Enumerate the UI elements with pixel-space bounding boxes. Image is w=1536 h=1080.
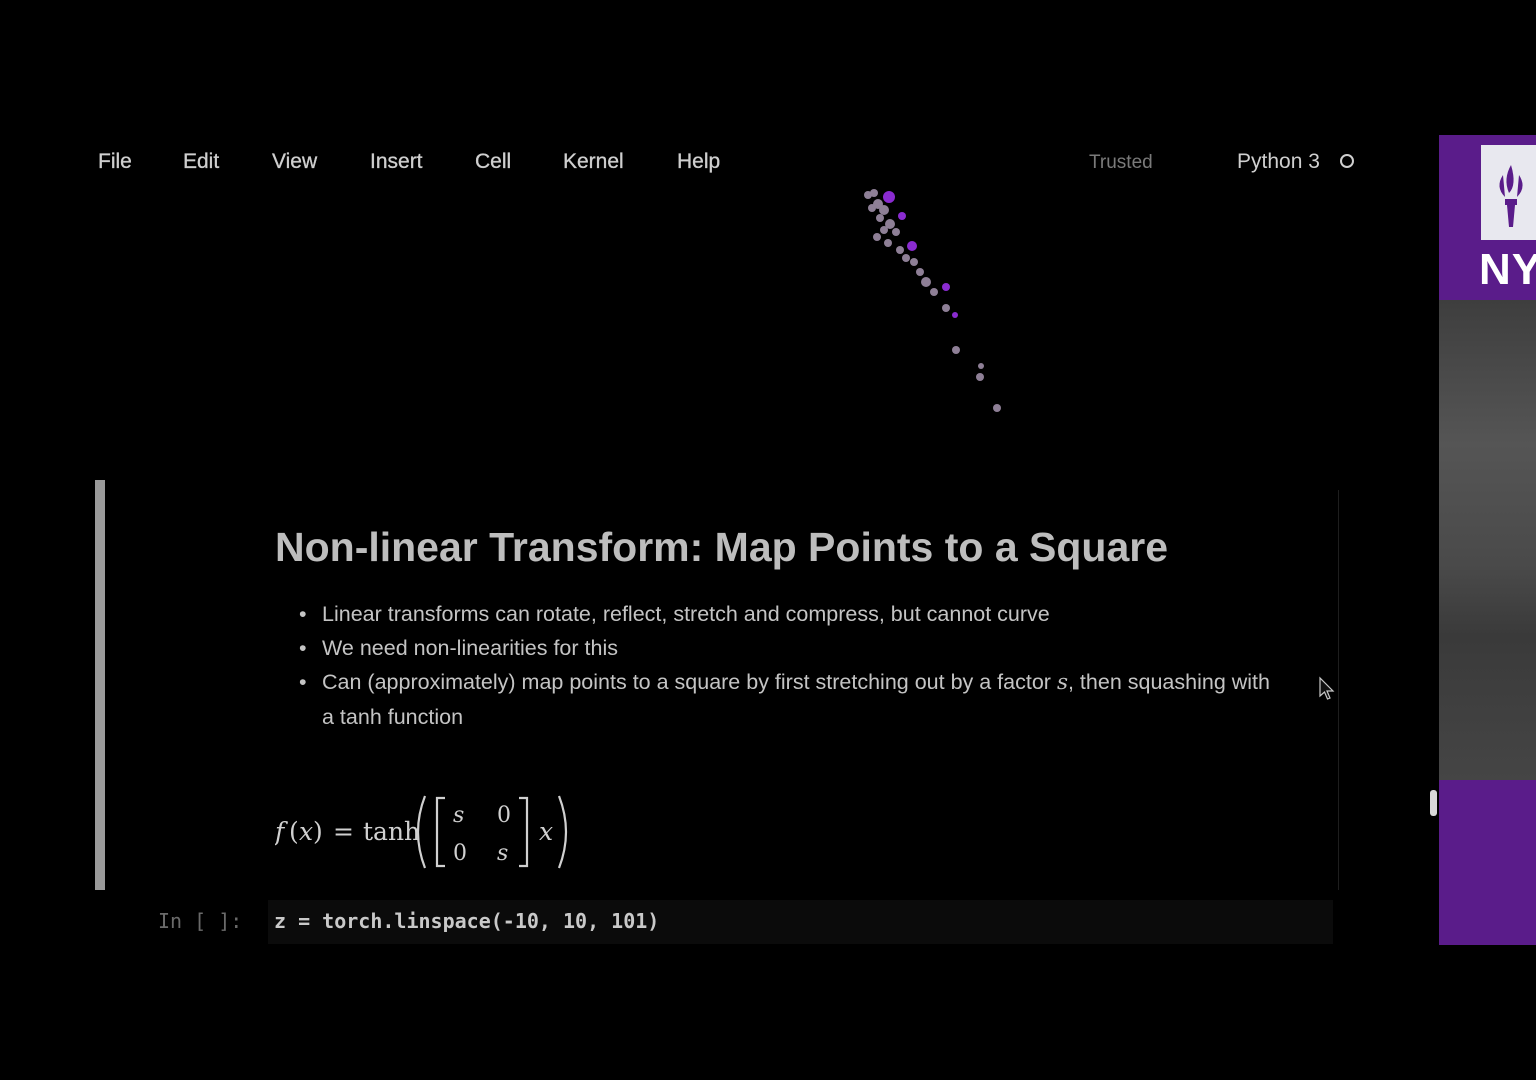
scatter-point (883, 191, 895, 203)
scatter-point (870, 189, 878, 197)
presenter-panel: NY (1439, 135, 1536, 945)
scatter-point (880, 226, 888, 234)
scatter-point (921, 277, 931, 287)
scatter-point (942, 283, 950, 291)
list-item: • Linear transforms can rotate, reflect, … (299, 597, 1275, 631)
cell-heading: Non-linear Transform: Map Points to a Sq… (275, 524, 1169, 570)
scatter-point (930, 288, 938, 296)
equation: f ( x ) = tanh s 0 0 s x (273, 790, 595, 880)
scatter-point (993, 404, 1001, 412)
kernel-name[interactable]: Python 3 (1237, 150, 1320, 174)
scatter-points (864, 189, 1001, 412)
bullet-list: • Linear transforms can rotate, reflect, … (275, 597, 1275, 734)
scatter-point (942, 304, 950, 312)
scatter-point (978, 363, 984, 369)
scatter-point (884, 239, 892, 247)
svg-text:=: = (333, 817, 354, 846)
scatter-point (892, 228, 900, 236)
cell-prompt: In [ ]: (158, 909, 243, 933)
logo-text: NY (1479, 245, 1536, 294)
scatter-point (873, 233, 881, 241)
list-item-text: Linear transforms can rotate, reflect, s… (322, 602, 1050, 626)
svg-text:0: 0 (453, 841, 467, 866)
svg-text:s: s (497, 841, 508, 866)
code-line[interactable]: z = torch.linspace(-10, 10, 101) (274, 909, 659, 933)
svg-text:f: f (275, 817, 288, 846)
scatter-plot-output (864, 189, 1001, 412)
scatter-point (868, 204, 876, 212)
bullet-icon: • (299, 602, 307, 626)
code-input-area[interactable]: z = torch.linspace(-10, 10, 101) (268, 900, 1333, 944)
scatter-point (976, 373, 984, 381)
scatter-point (907, 241, 917, 251)
code-cell[interactable]: In [ ]: z = torch.linspace(-10, 10, 101) (150, 898, 1335, 944)
list-item-text: Can (approximately) map points to a squa… (322, 670, 1057, 694)
torch-logo-icon (1481, 145, 1536, 240)
svg-text:s: s (453, 803, 464, 828)
scrollbar-thumb[interactable] (1430, 790, 1437, 816)
math-variable-s: s (1056, 670, 1068, 695)
list-item-text: We need non-linearities for this (322, 636, 618, 660)
university-logo: NY (1439, 135, 1536, 300)
scatter-point (916, 268, 924, 276)
svg-text:0: 0 (497, 803, 511, 828)
scatter-point (902, 254, 910, 262)
selected-cell-indicator (95, 480, 105, 890)
bullet-icon: • (299, 670, 307, 694)
mouse-cursor-icon (1319, 676, 1335, 700)
svg-text:x: x (299, 817, 313, 846)
svg-text:): ) (313, 817, 323, 846)
scatter-point (910, 258, 918, 266)
kernel-idle-icon (1340, 154, 1354, 168)
scatter-point (876, 214, 884, 222)
svg-text:tanh: tanh (363, 817, 420, 846)
svg-text:x: x (539, 817, 553, 846)
markdown-cell[interactable]: Non-linear Transform: Map Points to a Sq… (275, 525, 1275, 734)
list-item: • Can (approximately) map points to a squ… (299, 665, 1275, 734)
scatter-point (952, 312, 958, 318)
equation-render: f ( x ) = tanh s 0 0 s x (273, 795, 568, 869)
cell-border (1338, 490, 1339, 890)
scatter-point (898, 212, 906, 220)
scatter-point (952, 346, 960, 354)
bullet-icon: • (299, 636, 307, 660)
list-item: • We need non-linearities for this (299, 631, 1275, 665)
svg-text:(: ( (289, 817, 299, 846)
scatter-point (896, 246, 904, 254)
presenter-video (1439, 300, 1536, 780)
purple-backdrop (1439, 780, 1536, 945)
scatter-point (879, 205, 889, 215)
